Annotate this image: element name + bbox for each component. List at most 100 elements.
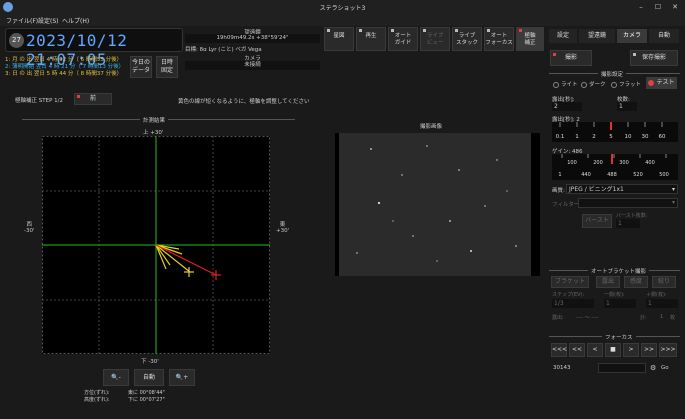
datetime-display: 27 2023/10/12 21:07:05 — [5, 28, 183, 69]
gain-slider[interactable]: 100 200 300 400 1 440 488 520 500 — [552, 154, 678, 180]
quality-select[interactable]: JPEG / ビニング1x1 ▾ — [566, 184, 678, 194]
minus-label: ー側(枚): — [604, 292, 625, 298]
svg-text:30: 30 — [642, 134, 649, 140]
focus-out-fast-button[interactable]: >>> — [659, 343, 677, 357]
top-label: 上 +30' — [143, 130, 164, 136]
tab-camera[interactable]: カメラ — [617, 29, 647, 43]
svg-text:100: 100 — [567, 160, 577, 166]
result-title: 計測結果 — [140, 116, 169, 124]
step-select[interactable]: 1/3 — [552, 299, 594, 308]
focus-in-slow-button[interactable]: < — [587, 343, 603, 357]
gain-ticks: 100 200 300 400 1 440 488 520 500 — [558, 154, 669, 178]
offset-labels: 方位(ずれ): 高度(ずれ): — [84, 390, 110, 403]
svg-text:400: 400 — [645, 160, 655, 166]
east-label: 東 +30' — [276, 222, 290, 234]
menu-settings[interactable]: 設定(S) — [38, 16, 59, 25]
today-data-button[interactable]: 今日の データ — [130, 56, 152, 78]
flag-icon — [487, 29, 490, 32]
moon-age-icon: 27 — [9, 33, 24, 48]
svg-text:500: 500 — [659, 172, 669, 178]
zoom-out-button[interactable]: 🔍- — [103, 369, 129, 386]
save-shoot-button[interactable]: 保存撮影 — [630, 50, 678, 66]
polar-step: 極軸補正 STEP 1/2 — [15, 98, 63, 104]
burst-count-input[interactable]: 1 — [616, 219, 640, 228]
flag-icon — [553, 53, 556, 56]
exposure-slider[interactable]: 0.1 1 2 5 10 30 60 — [552, 122, 678, 142]
auto-bracket-title: オートブラケット撮影 — [588, 267, 650, 275]
autoguide-button[interactable]: オート ガイド — [388, 27, 418, 51]
close-button[interactable]: ✕ — [668, 2, 682, 12]
bracket-exposure-button[interactable]: 露出 — [596, 276, 620, 288]
radio-icon — [611, 81, 617, 88]
focus-out-medium-button[interactable]: >> — [641, 343, 657, 357]
count-input[interactable]: 1 — [617, 102, 637, 111]
shoot-button[interactable]: 撮影 — [550, 50, 592, 66]
minus-select[interactable]: 1 — [604, 299, 636, 308]
autofocus-button[interactable]: オート フォーカス — [484, 27, 514, 51]
exposure-input[interactable]: 2 — [552, 102, 582, 111]
minimize-button[interactable]: – — [634, 2, 648, 12]
flag-icon — [633, 53, 636, 56]
svg-text:520: 520 — [633, 172, 643, 178]
focus-out-slow-button[interactable]: > — [623, 343, 639, 357]
focus-in-fast-button[interactable]: <<< — [551, 343, 567, 357]
svg-text:300: 300 — [619, 160, 629, 166]
quality-label: 画質: — [552, 188, 565, 194]
step-label: ステップ(EV): — [552, 292, 585, 298]
filter-select[interactable]: ▾ — [578, 198, 678, 208]
auto-button[interactable]: 自動 — [134, 369, 164, 386]
previous-button[interactable]: 前 — [74, 93, 112, 105]
menu-bar: ファイル(F) 設定(S) ヘルプ(H) — [0, 14, 685, 26]
total-unit: 枚 — [670, 315, 676, 321]
svg-text:2: 2 — [592, 134, 596, 140]
plus-label: ＋側(枚): — [646, 292, 667, 298]
settings-gear-icon[interactable]: ⚙ — [650, 364, 656, 372]
polar-align-button[interactable]: 極軸 補正 — [516, 27, 544, 51]
mode-light[interactable]: ライト — [553, 80, 578, 88]
menu-help[interactable]: ヘルプ(H) — [62, 16, 89, 25]
playback-button[interactable]: 再生 — [356, 27, 386, 51]
mode-test[interactable]: テスト — [646, 77, 677, 89]
bracket-iso-button[interactable]: 感度 — [624, 276, 648, 288]
radio-icon — [648, 79, 655, 86]
total-value: 1 — [660, 314, 664, 320]
focus-target-input[interactable] — [598, 363, 646, 373]
preview-title: 撮影画像 — [420, 124, 443, 130]
tab-auto[interactable]: 自動 — [649, 29, 679, 43]
flag-icon — [77, 95, 80, 98]
focus-go-button[interactable]: Go — [661, 365, 669, 371]
exposure-ticks: 0.1 1 2 5 10 30 60 — [556, 122, 666, 140]
fix-time-button[interactable]: 日時 固定 — [156, 56, 178, 78]
star-map-button[interactable]: 星図 — [324, 27, 354, 51]
zoom-in-button[interactable]: 🔍+ — [169, 369, 195, 386]
radio-icon — [553, 81, 559, 88]
polar-plot — [42, 136, 270, 354]
focus-position: 30143 — [553, 365, 571, 371]
polar-instruction: 黄色の線が短くなるように、極軸を調整してください — [178, 99, 310, 105]
svg-text:440: 440 — [581, 172, 591, 178]
menu-file[interactable]: ファイル(F) — [6, 16, 38, 25]
mode-dark[interactable]: ダーク — [581, 80, 606, 88]
focus-stop-button[interactable]: ■ — [605, 343, 621, 357]
bottom-label: 下 -30' — [141, 359, 159, 365]
radio-icon — [581, 81, 587, 88]
tab-settings[interactable]: 設定 — [549, 29, 577, 43]
bracket-exposure-label: 露出: — [552, 315, 564, 321]
plus-select[interactable]: 1 — [646, 299, 678, 308]
filter-label: フィルター: — [552, 202, 582, 208]
tab-telescope[interactable]: 望遠鏡 — [579, 29, 615, 43]
flag-icon — [423, 29, 426, 32]
star-field — [356, 145, 517, 262]
burst-button[interactable]: バースト — [582, 214, 612, 228]
sunrise-text: 3: 日 の 出 翌日 5 時 44 分（ 8 時間37 分後） — [5, 71, 123, 77]
bracket-button[interactable]: ブラケット — [551, 276, 589, 288]
flag-icon — [359, 29, 362, 32]
mode-flat[interactable]: フラット — [611, 80, 641, 88]
live-view-button[interactable]: ライブ ビュー — [420, 27, 450, 51]
focus-in-medium-button[interactable]: << — [569, 343, 585, 357]
svg-text:60: 60 — [659, 134, 666, 140]
bracket-aperture-button[interactable]: 絞り — [652, 276, 676, 288]
live-stack-button[interactable]: ライブ スタック — [452, 27, 482, 51]
maximize-button[interactable]: ☐ — [651, 2, 665, 12]
captured-image — [339, 133, 531, 276]
